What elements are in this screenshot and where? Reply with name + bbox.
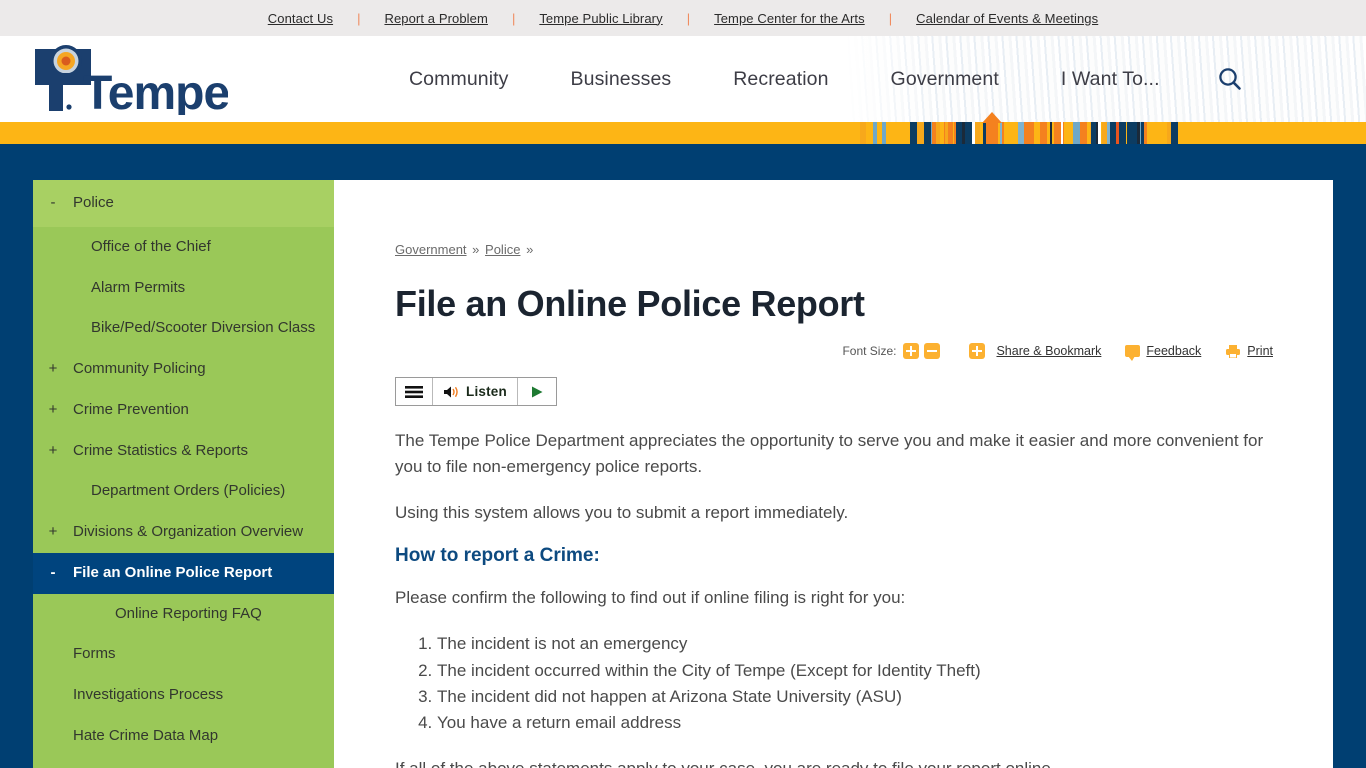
listen-label: Listen (466, 384, 507, 399)
breadcrumb: Government » Police » (395, 242, 1273, 257)
sidebar-item-label: Department Orders (Policies) (91, 482, 286, 500)
utility-link-tempe-public-library[interactable]: Tempe Public Library (515, 11, 686, 26)
main-content: Government » Police » File an Online Pol… (334, 180, 1333, 768)
checklist-item: You have a return email address (437, 710, 1273, 735)
sidebar-item-label: Hate Crime Data Map (73, 726, 219, 744)
checklist-item: The incident occurred within the City of… (437, 658, 1273, 683)
sidebar-item-investigations-process[interactable]: Investigations Process (33, 675, 334, 716)
checklist-item: The incident is not an emergency (437, 631, 1273, 656)
sidebar-item-divisions-organization-overview[interactable]: + Divisions & Organization Overview (33, 512, 334, 553)
utility-link-report-a-problem[interactable]: Report a Problem (360, 11, 511, 26)
breadcrumb-separator: » (526, 242, 534, 257)
decorative-barcode-stripes (855, 122, 1185, 144)
site-masthead: Tempe Community Businesses Recreation Go… (0, 36, 1366, 122)
intro-paragraph-1: The Tempe Police Department appreciates … (395, 431, 1264, 476)
sidebar-section-header: - Police (33, 180, 334, 227)
sidebar-item-label: Forms (73, 645, 116, 663)
sidebar-item-label: Police (73, 194, 114, 211)
collapse-icon[interactable]: - (33, 564, 73, 583)
intro-paragraph-2: Using this system allows you to submit a… (395, 502, 849, 522)
share-and-bookmark-label: Share & Bookmark (996, 344, 1102, 358)
utility-link-calendar-of-events[interactable]: Calendar of Events & Meetings (892, 11, 1122, 26)
checklist-item: The incident did not happen at Arizona S… (437, 684, 1273, 709)
ready-paragraph: If all of the above statements apply to … (395, 756, 1273, 768)
svg-text:Tempe: Tempe (83, 67, 228, 115)
sidebar-item-label: Community Policing (73, 360, 206, 377)
page-title: File an Online Police Report (395, 283, 865, 324)
main-navigation: Community Businesses Recreation Governme… (378, 68, 1191, 91)
sidebar-item-crime-prevention[interactable]: + Crime Prevention (33, 390, 334, 431)
sidebar-item-label: Alarm Permits (91, 278, 186, 296)
sidebar-item-label: Divisions & Organization Overview (73, 523, 304, 540)
tempe-logo-icon: Tempe (35, 45, 228, 115)
eligibility-checklist: The incident is not an emergencyThe inci… (395, 631, 1273, 735)
sidebar-item-online-reporting-faq[interactable]: Online Reporting FAQ (33, 594, 334, 635)
readspeaker-listen-widget[interactable]: Listen (395, 377, 557, 406)
feedback-label: Feedback (1146, 344, 1202, 358)
font-size-increase-button[interactable] (903, 343, 920, 359)
menu-icon (405, 385, 423, 398)
content-card: - Police Office of the Chief Alarm Permits B… (33, 180, 1333, 768)
readspeaker-play-button[interactable] (518, 378, 556, 405)
sidebar-item-file-an-online-police-report[interactable]: - File an Online Police Report (33, 552, 334, 594)
share-plus-icon (969, 343, 986, 359)
sidebar-item-community-policing[interactable]: + Community Policing (33, 349, 334, 390)
feedback-link[interactable]: Feedback (1125, 344, 1202, 361)
printer-icon (1226, 344, 1241, 358)
page-background: - Police Office of the Chief Alarm Permits B… (0, 144, 1366, 768)
sidebar-item-office-of-the-chief[interactable]: Office of the Chief (33, 227, 334, 268)
subheading-how-to-report: How to report a Crime: (395, 545, 600, 567)
sidebar-item-label: Bike/Ped/Scooter Diversion Class (91, 319, 316, 337)
sidebar-item-label: Crime Statistics & Reports (73, 441, 249, 459)
sidebar-item-bike-ped-scooter-diversion-class[interactable]: Bike/Ped/Scooter Diversion Class (33, 308, 334, 349)
font-size-decrease-button[interactable] (924, 343, 941, 359)
tempe-logo[interactable]: Tempe (33, 36, 228, 122)
sidebar-item-police[interactable]: - Police (33, 194, 334, 213)
breadcrumb-item-government[interactable]: Government (395, 242, 467, 257)
search-icon (1218, 68, 1241, 90)
readspeaker-menu-button[interactable] (396, 378, 433, 405)
expand-icon[interactable]: + (33, 401, 73, 420)
utility-link-contact-us[interactable]: Contact Us (244, 11, 357, 26)
brandbar-pointer-icon (982, 112, 1002, 123)
section-sidebar-navigation: - Police Office of the Chief Alarm Permits B… (33, 180, 334, 768)
nav-item-recreation[interactable]: Recreation (702, 68, 859, 91)
sidebar-item-department-orders-policies[interactable]: Department Orders (Policies) (33, 471, 334, 512)
sidebar-item-label: Investigations Process (73, 686, 224, 703)
print-label: Print (1247, 344, 1273, 358)
speaker-icon (444, 386, 458, 397)
search-button[interactable] (1213, 62, 1247, 96)
sidebar-item-forms[interactable]: Forms (33, 634, 334, 675)
confirm-paragraph: Please confirm the following to find out… (395, 588, 906, 608)
readspeaker-listen-button[interactable]: Listen (433, 378, 518, 405)
sidebar-item-label: Online Reporting FAQ (115, 604, 262, 622)
breadcrumb-item-police[interactable]: Police (485, 242, 520, 257)
page-tools-toolbar: Font Size: Share & Bookmark Feedback Pri… (395, 343, 1273, 361)
sidebar-item-alarm-permits[interactable]: Alarm Permits (33, 268, 334, 309)
collapse-icon[interactable]: - (33, 194, 73, 213)
nav-item-government[interactable]: Government (860, 68, 1030, 91)
sidebar-item-label: File an Online Police Report (73, 563, 273, 581)
sidebar-item-label: Crime Prevention (73, 400, 189, 418)
expand-icon[interactable]: + (33, 360, 73, 379)
sidebar-item-label: Office of the Chief (91, 237, 211, 255)
play-icon (531, 386, 543, 397)
utility-bar: Contact Us | Report a Problem | Tempe Pu… (0, 0, 1366, 36)
brandbar-pointer-stem (986, 122, 998, 144)
breadcrumb-separator: » (472, 242, 480, 257)
print-link[interactable]: Print (1225, 344, 1273, 359)
font-size-label: Font Size: (842, 344, 897, 358)
sidebar-item-hate-crime-data-map[interactable]: Hate Crime Data Map (33, 716, 334, 757)
share-and-bookmark-link[interactable]: Share & Bookmark (969, 343, 1101, 359)
nav-item-businesses[interactable]: Businesses (540, 68, 703, 91)
sidebar-item-crime-statistics-reports[interactable]: + Crime Statistics & Reports (33, 431, 334, 472)
nav-item-community[interactable]: Community (378, 68, 540, 91)
utility-link-tempe-center-for-the-arts[interactable]: Tempe Center for the Arts (690, 11, 889, 26)
expand-icon[interactable]: + (33, 523, 73, 542)
brand-color-bar (0, 112, 1366, 144)
speech-bubble-icon (1125, 345, 1141, 361)
expand-icon[interactable]: + (33, 442, 73, 461)
nav-item-i-want-to[interactable]: I Want To... (1030, 68, 1191, 91)
